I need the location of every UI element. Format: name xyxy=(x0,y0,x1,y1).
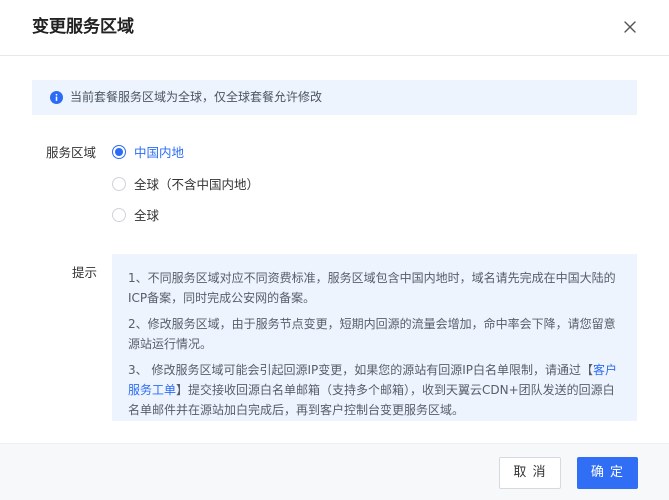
radio-circle xyxy=(112,208,126,222)
tip-item: 1、不同服务区域对应不同资费标准，服务区域包含中国内地时，域名请先完成在中国大陆… xyxy=(128,271,616,305)
confirm-button[interactable]: 确 定 xyxy=(577,457,638,489)
radio-label: 中国内地 xyxy=(134,145,185,160)
radio-label: 全球 xyxy=(134,208,160,223)
tip-item: 2、修改服务区域，由于服务节点变更，短期内回源的流量会增加，命中率会下降，请您留… xyxy=(128,317,616,351)
cancel-button[interactable]: 取 消 xyxy=(499,457,561,489)
close-icon xyxy=(624,21,636,33)
radio-circle xyxy=(112,177,126,191)
service-area-label: 服务区域 xyxy=(46,145,97,160)
tip-text: 3、 修改服务区域可能会引起回源IP变更，如果您的源站有回源IP白名单限制，请通… xyxy=(128,363,594,377)
change-service-area-dialog: 变更服务区域 当前套餐服务区域为全球，仅全球套餐允许修改 服务区域 中国内地 全… xyxy=(0,0,669,500)
info-text: 当前套餐服务区域为全球，仅全球套餐允许修改 xyxy=(70,90,323,104)
info-banner: 当前套餐服务区域为全球，仅全球套餐允许修改 xyxy=(32,80,637,115)
tips-box: 1、不同服务区域对应不同资费标准，服务区域包含中国内地时，域名请先完成在中国大陆… xyxy=(112,254,637,421)
dialog-footer: 取 消 确 定 xyxy=(0,443,669,500)
tips-label: 提示 xyxy=(72,265,98,280)
dialog-header: 变更服务区域 xyxy=(0,0,669,56)
close-button[interactable] xyxy=(620,17,640,37)
radio-label: 全球（不含中国内地） xyxy=(134,177,260,192)
tip-item: 3、 修改服务区域可能会引起回源IP变更，如果您的源站有回源IP白名单限制，请通… xyxy=(128,360,621,420)
dialog-title: 变更服务区域 xyxy=(32,17,134,37)
info-icon xyxy=(50,91,63,104)
radio-circle xyxy=(112,145,126,159)
tip-text: 】提交接收回源白名单邮箱（支持多个邮箱），收到天翼云CDN+团队发送的回源白名单… xyxy=(128,383,615,417)
